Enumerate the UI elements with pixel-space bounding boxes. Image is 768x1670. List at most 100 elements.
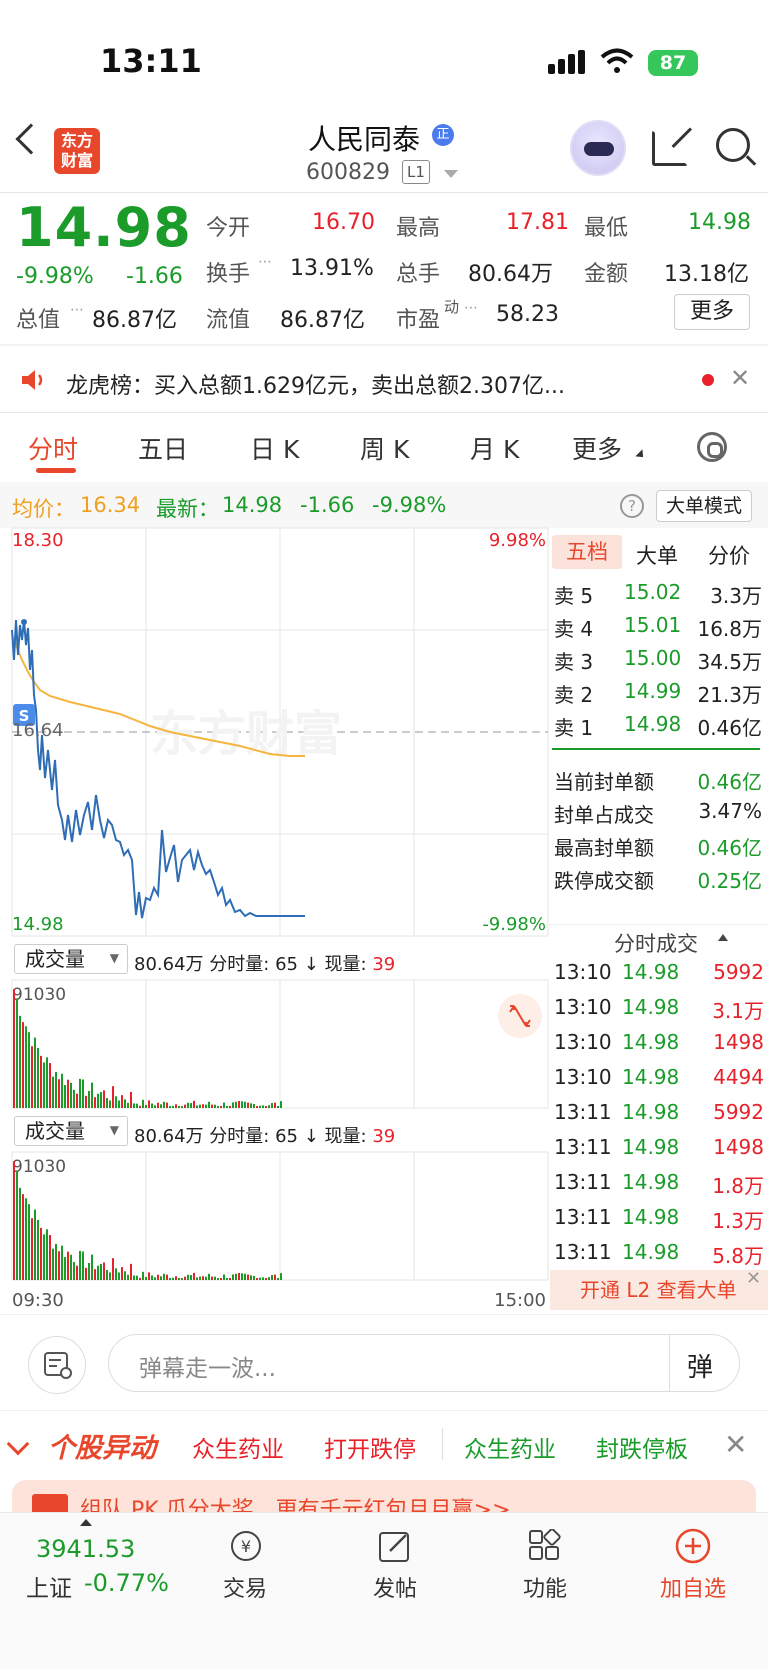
open-l2-button[interactable]: 开通 L2 查看大单 <box>550 1270 768 1310</box>
big-order-mode-button[interactable]: 大单模式 <box>656 490 752 522</box>
volume-selector[interactable]: 成交量 ▼ <box>14 944 128 974</box>
help-icon[interactable]: ? <box>620 494 644 518</box>
nav-add-watchlist[interactable]: 加自选 <box>653 1571 733 1603</box>
danmaku-settings-icon[interactable] <box>28 1336 86 1394</box>
chevron-down-icon[interactable] <box>6 1432 30 1456</box>
nav-trade[interactable]: 交易 <box>205 1571 285 1603</box>
volume-bar <box>271 1275 273 1280</box>
change-pct: -9.98% <box>16 264 94 289</box>
volume-selector-2[interactable]: 成交量 ▼ <box>14 1116 128 1146</box>
danmaku-input[interactable]: 弹幕走一波... 弹 <box>108 1334 740 1392</box>
trade-volume: 5.8万 <box>712 1244 764 1268</box>
volume-bar <box>43 1234 45 1280</box>
ask-label: 卖 2 <box>554 683 594 707</box>
volume-bar <box>175 1104 177 1108</box>
danmaku-toggle-button[interactable]: 弹 <box>687 1347 713 1384</box>
close-icon[interactable]: ✕ <box>730 364 750 392</box>
tab-five-level[interactable]: 五档 <box>552 535 622 569</box>
volume-bar <box>124 1271 126 1280</box>
intraday-chart[interactable]: 东方财富 S 18.30 16.64 14.98 9.98% -9.98% 91… <box>0 520 550 1310</box>
more-button[interactable]: 更多 <box>674 294 750 330</box>
trade-price: 14.98 <box>622 1170 680 1194</box>
trade-time: 13:10 <box>554 1065 612 1089</box>
volume-bar <box>172 1105 174 1108</box>
trade-price: 14.98 <box>622 1030 680 1054</box>
ticker-item[interactable]: 众生药业 <box>464 1430 556 1464</box>
index-pct[interactable]: -0.77% <box>84 1569 169 1597</box>
gear-icon[interactable] <box>697 432 727 462</box>
tab-more[interactable]: 更多 <box>572 430 622 466</box>
nav-functions[interactable]: 功能 <box>505 1571 585 1603</box>
latest-value: 14.98 <box>222 493 283 517</box>
volume-bar <box>157 1274 159 1280</box>
trade-icon[interactable]: ¥ <box>226 1529 264 1563</box>
volume-bar <box>70 1254 72 1280</box>
back-icon[interactable] <box>15 123 47 155</box>
volume-bar <box>169 1278 171 1280</box>
volume-info-2: 80.64万 分时量: 65 ↓ 现量: 39 <box>134 1122 395 1148</box>
ticker-item[interactable]: 封跌停板 <box>596 1430 688 1464</box>
add-icon[interactable] <box>674 1527 712 1565</box>
info-icon[interactable]: ⋯ <box>464 300 478 316</box>
volume-bar <box>232 1274 234 1280</box>
index-value[interactable]: 3941.53 <box>36 1535 135 1563</box>
trade-price: 14.98 <box>622 1135 680 1159</box>
stock-name: 人民同泰 <box>308 123 421 156</box>
volume-bar <box>253 1103 255 1108</box>
post-icon[interactable] <box>376 1529 414 1563</box>
info-icon[interactable]: ⋯ <box>70 302 84 318</box>
svg-text:¥: ¥ <box>241 1537 251 1556</box>
chevron-down-icon[interactable] <box>444 170 458 178</box>
pe-sup: 动 <box>444 298 460 316</box>
trade-price: 14.98 <box>622 1065 680 1089</box>
share-icon[interactable] <box>652 130 688 166</box>
volume-bar <box>31 1218 33 1280</box>
chevron-down-icon <box>635 449 647 461</box>
app-logo[interactable]: 东方财富 <box>54 128 100 174</box>
mktcap-value: 86.87亿 <box>92 308 177 333</box>
volume-bar <box>241 1101 243 1108</box>
index-name[interactable]: 上证 <box>26 1569 72 1603</box>
volume-bar <box>193 1272 195 1280</box>
tab-big-order[interactable]: 大单 <box>636 540 678 570</box>
tab-week-k[interactable]: 周 K <box>360 430 409 466</box>
volume-bar <box>256 1106 258 1108</box>
volume-bar <box>67 1251 69 1280</box>
tab-price-dist[interactable]: 分价 <box>708 540 750 570</box>
volume-bar <box>256 1278 258 1280</box>
volume-bar <box>100 1092 102 1108</box>
tab-five-day[interactable]: 五日 <box>138 430 188 466</box>
ticker-item[interactable]: 众生药业 <box>192 1430 284 1464</box>
volume-bar <box>28 1032 30 1108</box>
assistant-avatar[interactable] <box>570 120 626 176</box>
volume-bar <box>145 1104 147 1108</box>
tab-day-k[interactable]: 日 K <box>250 430 299 466</box>
info-icon[interactable]: ⋯ <box>258 254 272 270</box>
seal-label: 当前封单额 <box>554 770 654 794</box>
volume-bar <box>139 1277 141 1280</box>
seal-label: 跌停成交额 <box>554 869 654 893</box>
notice-bar[interactable]: 龙虎榜：买入总额1.629亿元，卖出总额2.307亿... <box>0 346 768 412</box>
nav-post[interactable]: 发帖 <box>355 1571 435 1603</box>
tab-month-k[interactable]: 月 K <box>470 430 519 466</box>
volume-bars <box>13 989 282 1108</box>
y-top-label: 18.30 <box>12 530 64 551</box>
volume-bar <box>169 1106 171 1108</box>
close-icon[interactable]: ✕ <box>746 1268 761 1289</box>
ticker-item[interactable]: 打开跌停 <box>324 1430 416 1464</box>
volume-bar <box>208 1273 210 1280</box>
volume-bar <box>40 1227 42 1280</box>
close-icon[interactable]: ✕ <box>724 1428 747 1461</box>
search-icon[interactable] <box>716 128 750 162</box>
caret-up-icon[interactable] <box>718 934 728 941</box>
tab-intraday[interactable]: 分时 <box>28 430 78 466</box>
latest-label: 最新： <box>156 497 219 521</box>
pe-value: 58.23 <box>496 302 559 327</box>
cur-value: 39 <box>372 1126 396 1147</box>
caret-up-icon[interactable] <box>80 1519 92 1526</box>
apps-icon[interactable] <box>526 1528 564 1563</box>
seal-value: 0.46亿 <box>697 836 762 860</box>
level-badge[interactable]: L1 <box>402 160 430 184</box>
trade-volume: 1.3万 <box>712 1209 764 1233</box>
volume-bar <box>238 1100 240 1108</box>
